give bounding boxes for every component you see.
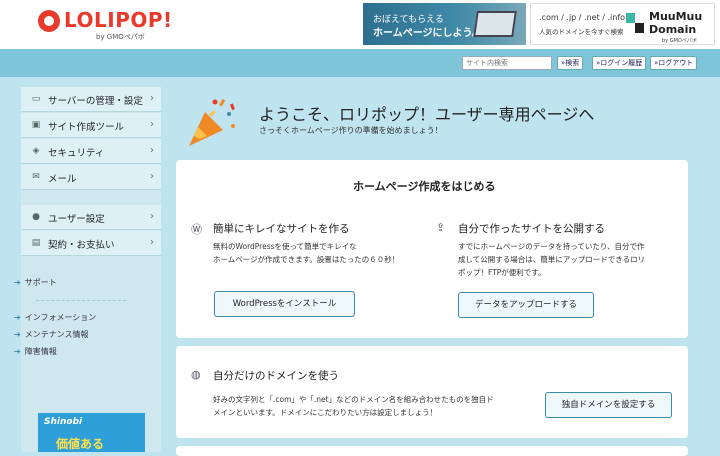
logout-button[interactable]: »ログアウト bbox=[650, 56, 698, 70]
party-popper-icon bbox=[189, 98, 235, 146]
section-title-domain: 自分だけのドメインを使う bbox=[213, 370, 339, 382]
banner-search-text: 人気のドメインを今すぐ検索 bbox=[539, 28, 624, 36]
incidents-label: 障害情報 bbox=[24, 347, 57, 356]
server-icon: ▭ bbox=[31, 94, 41, 104]
header: LOLIPOP! by GMOペパボ おぼえてもらえる ホームページにしよう。 … bbox=[0, 0, 720, 49]
arrow-right-icon: ➔ bbox=[14, 313, 21, 322]
section-title-wordpress: 簡単にキレイなサイトを作る bbox=[213, 223, 350, 235]
next-card bbox=[176, 446, 688, 456]
desc-line: すでにホームページのデータを持っていたり、自分で作 bbox=[458, 242, 645, 251]
chevron-right-icon: › bbox=[150, 211, 154, 222]
muumuu-logo-icon bbox=[626, 13, 644, 33]
sidebar-item-label: サーバーの管理・設定 bbox=[48, 96, 143, 107]
sidebar-item-label: サイト作成ツール bbox=[48, 122, 125, 133]
monitor-icon: ▣ bbox=[31, 120, 41, 130]
arrow-right-icon: ➔ bbox=[14, 278, 21, 287]
maintenance-label: メンテナンス情報 bbox=[24, 330, 89, 339]
section-desc-domain: 好みの文字列と「.com」や「.net」などのドメイン名を組み合わせたものを独自… bbox=[213, 393, 494, 419]
chevron-right-icon: › bbox=[150, 171, 154, 182]
section-desc-upload: すでにホームページのデータを持っていたり、自分で作 成して公開する場合は、簡単に… bbox=[458, 240, 645, 279]
upload-icon: ⇪ bbox=[436, 221, 446, 234]
sidebar-item-label: 契約・お支払い bbox=[48, 240, 115, 251]
arrow-right-icon: ➔ bbox=[14, 330, 21, 339]
arrow-right-icon: ➔ bbox=[14, 347, 21, 356]
desc-line: メインといいます。ドメインにこだわりたい方は設定しましょう！ bbox=[213, 408, 438, 417]
muumuu-brand-line1: MuuMuu bbox=[649, 10, 703, 23]
desc-line: ポップ！FTPが便利です。 bbox=[458, 268, 546, 277]
globe-icon: ◍ bbox=[191, 368, 201, 381]
chevron-right-icon: › bbox=[150, 145, 154, 156]
sidebar-item-mail[interactable]: ✉ メール › bbox=[21, 165, 161, 190]
sidebar-item-label: ユーザー設定 bbox=[48, 214, 105, 225]
sidebar-divider bbox=[36, 300, 126, 301]
section-desc-wordpress: 無料のWordPressを使って簡単でキレイな ホームページが作成できます。設置… bbox=[213, 240, 399, 266]
sidebar-item-security[interactable]: ◈ セキュリティ › bbox=[21, 139, 161, 164]
desc-line: 無料のWordPressを使って簡単でキレイな bbox=[213, 242, 357, 251]
chevron-right-icon: › bbox=[150, 237, 154, 248]
set-domain-button[interactable]: 独自ドメインを設定する bbox=[545, 392, 672, 418]
card-icon: ▤ bbox=[31, 238, 41, 248]
muumuu-brand-sub: by GMOペパボ bbox=[662, 38, 697, 44]
logo-mark-icon bbox=[38, 10, 60, 32]
search-button[interactable]: »検索 bbox=[557, 56, 584, 70]
homepage-banner[interactable]: おぼえてもらえる ホームページにしよう。 bbox=[363, 3, 526, 45]
shield-icon: ◈ bbox=[32, 146, 40, 156]
sidebar-link-maintenance[interactable]: ➔ メンテナンス情報 bbox=[14, 329, 89, 340]
sidebar-item-label: メール bbox=[48, 174, 77, 185]
sidebar-link-incidents[interactable]: ➔ 障害情報 bbox=[14, 346, 57, 357]
sidebar-item-billing[interactable]: ▤ 契約・お支払い › bbox=[21, 231, 161, 256]
lolipop-logo[interactable]: LOLIPOP! by GMOペパボ bbox=[38, 8, 172, 42]
sidebar-link-information[interactable]: ➔ インフォメーション bbox=[14, 312, 96, 323]
logo-text: LOLIPOP! bbox=[64, 8, 173, 32]
desc-line: 成して公開する場合は、簡単にアップロードできるロリ bbox=[458, 255, 646, 264]
sidebar-item-site-tools[interactable]: ▣ サイト作成ツール › bbox=[21, 113, 161, 138]
chevron-right-icon: › bbox=[150, 93, 154, 104]
chevron-right-icon: › bbox=[150, 119, 154, 130]
shinobi-banner[interactable]: Shinobi 価値ある bbox=[38, 413, 145, 452]
section-title-upload: 自分で作ったサイトを公開する bbox=[458, 223, 605, 235]
site-search-input[interactable] bbox=[462, 56, 552, 70]
banner-tlds: .com / .jp / .net / .info bbox=[539, 13, 626, 22]
support-label: サポート bbox=[24, 278, 57, 287]
desc-line: ホームページが作成できます。設置はたったの６０秒！ bbox=[213, 255, 400, 264]
login-history-button[interactable]: »ログイン履歴 bbox=[592, 56, 647, 70]
page-title: ようこそ、ロリポップ！ユーザー専用ページへ bbox=[259, 105, 595, 124]
shinobi-banner-brand: Shinobi bbox=[44, 417, 83, 427]
install-wordpress-button[interactable]: WordPressをインストール bbox=[214, 291, 355, 317]
sidebar-link-support[interactable]: ➔ サポート bbox=[14, 277, 57, 288]
page-subtitle: さっそくホームページ作りの準備を始めましょう！ bbox=[259, 126, 443, 135]
sidebar-item-user-settings[interactable]: ● ユーザー設定 › bbox=[21, 205, 161, 230]
banner-line2: ホームページにしよう。 bbox=[373, 28, 482, 39]
desc-line: 好みの文字列と「.com」や「.net」などのドメイン名を組み合わせたものを独自… bbox=[213, 395, 494, 404]
laptop-icon bbox=[473, 11, 517, 37]
mail-icon: ✉ bbox=[32, 172, 40, 182]
card-title: ホームページ作成をはじめる bbox=[353, 180, 496, 193]
sidebar-item-label: セキュリティ bbox=[48, 148, 105, 159]
information-label: インフォメーション bbox=[24, 313, 97, 322]
user-icon: ● bbox=[32, 212, 40, 222]
muumuu-brand-line2: Domain bbox=[649, 23, 697, 36]
shinobi-banner-text: 価値ある bbox=[56, 437, 105, 451]
muumuu-domain-banner[interactable]: .com / .jp / .net / .info 人気のドメインを今すぐ検索 … bbox=[530, 3, 715, 45]
logo-sub: by GMOペパボ bbox=[96, 33, 145, 41]
upload-data-button[interactable]: データをアップロードする bbox=[458, 292, 594, 318]
sidebar-item-server[interactable]: ▭ サーバーの管理・設定 › bbox=[21, 87, 161, 112]
wordpress-icon: Ⓦ bbox=[191, 223, 202, 236]
